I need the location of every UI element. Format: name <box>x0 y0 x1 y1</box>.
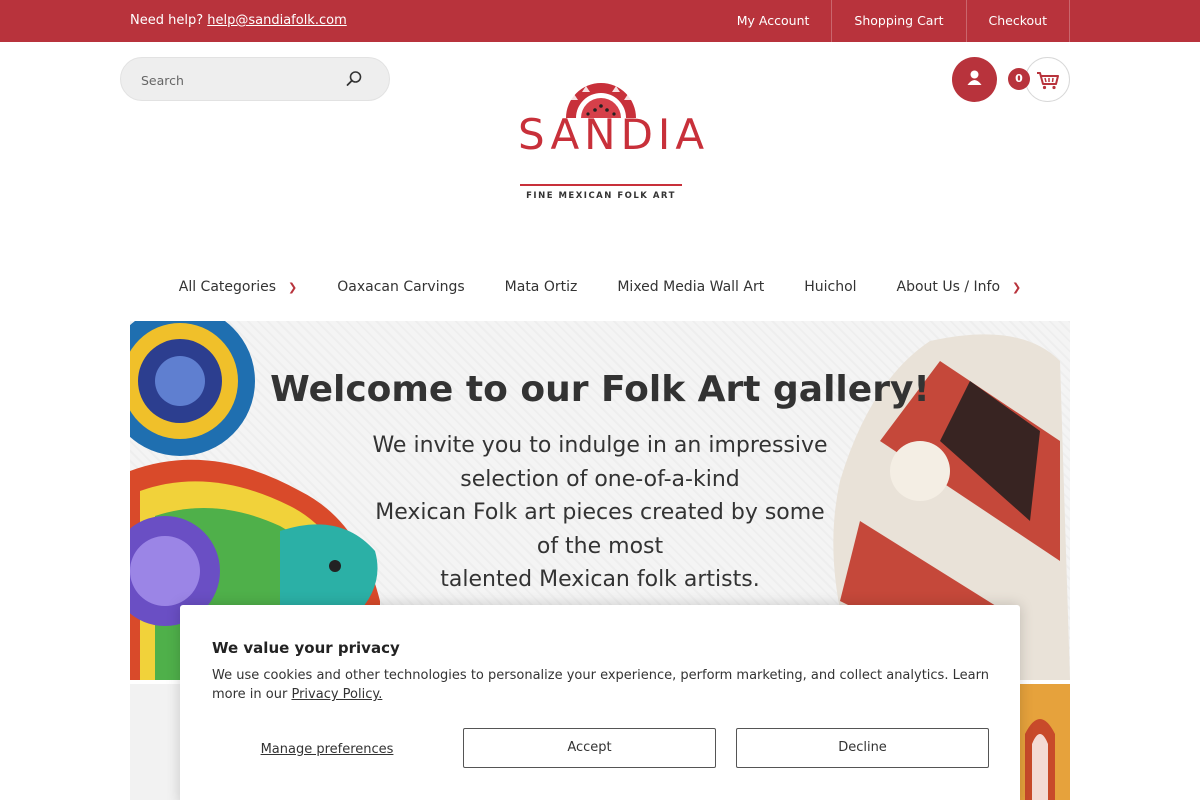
cookie-text: We use cookies and other technologies to… <box>212 666 992 704</box>
site-logo[interactable]: SANDIA FINE MEXICAN FOLK ART <box>518 80 710 205</box>
shopping-cart-link[interactable]: Shopping Cart <box>832 0 967 42</box>
top-links: My Account Shopping Cart Checkout <box>737 0 1070 42</box>
chevron-down-icon: ❯ <box>1012 281 1022 294</box>
cart-count-badge: 0 <box>1008 68 1030 90</box>
cookie-consent-banner: We value your privacy We use cookies and… <box>180 605 1020 800</box>
nav-item-huichol[interactable]: Huichol <box>784 270 876 304</box>
decline-button[interactable]: Decline <box>736 728 989 768</box>
hero-line: talented Mexican folk artists. <box>440 567 760 592</box>
my-account-link[interactable]: My Account <box>737 0 833 42</box>
nav-item-about-us[interactable]: About Us / Info ❯ <box>877 270 1042 304</box>
nav-item-mixed-media-wall-art[interactable]: Mixed Media Wall Art <box>597 270 784 304</box>
hero-line: We invite you to indulge in an impressiv… <box>372 433 828 458</box>
main-nav: All Categories ❯ Oaxacan Carvings Mata Or… <box>0 270 1200 304</box>
nav-item-mata-ortiz[interactable]: Mata Ortiz <box>485 270 598 304</box>
nav-item-oaxacan-carvings[interactable]: Oaxacan Carvings <box>317 270 484 304</box>
hero-line: selection of one-of-a-kind <box>460 466 740 492</box>
cart-icon <box>1037 72 1059 90</box>
top-bar: Need help? help@sandiafolk.com My Accoun… <box>0 0 1200 42</box>
nav-item-label: All Categories <box>178 279 277 295</box>
logo-tagline: FINE MEXICAN FOLK ART <box>526 191 676 201</box>
cookie-title: We value your privacy <box>212 639 400 657</box>
hero-line: Mexican Folk art pieces created by some <box>375 500 825 525</box>
cart-button[interactable] <box>1025 57 1070 102</box>
accept-button[interactable]: Accept <box>463 728 716 768</box>
search-icon[interactable] <box>345 70 363 88</box>
hero-title: Welcome to our Folk Art gallery! <box>270 369 930 410</box>
search-box <box>120 57 390 101</box>
logo-wordmark: SANDIA <box>518 110 710 159</box>
manage-preferences-button[interactable]: Manage preferences <box>212 732 442 768</box>
logo-divider <box>520 184 682 186</box>
chevron-down-icon: ❯ <box>288 281 298 294</box>
help-email-link[interactable]: help@sandiafolk.com <box>207 13 346 28</box>
account-button[interactable] <box>952 57 997 102</box>
help-text: Need help? help@sandiafolk.com <box>130 13 347 28</box>
nav-item-label: About Us / Info <box>896 279 1001 295</box>
checkout-link[interactable]: Checkout <box>967 0 1070 42</box>
hero-line: of the most <box>536 533 664 559</box>
user-icon <box>967 70 982 85</box>
hero-description: We invite you to indulge in an impressiv… <box>350 429 850 597</box>
search-input[interactable] <box>141 70 341 90</box>
help-prefix: Need help? <box>130 13 204 28</box>
privacy-policy-link[interactable]: Privacy Policy. <box>291 687 382 702</box>
nav-item-all-categories[interactable]: All Categories ❯ <box>159 270 318 304</box>
